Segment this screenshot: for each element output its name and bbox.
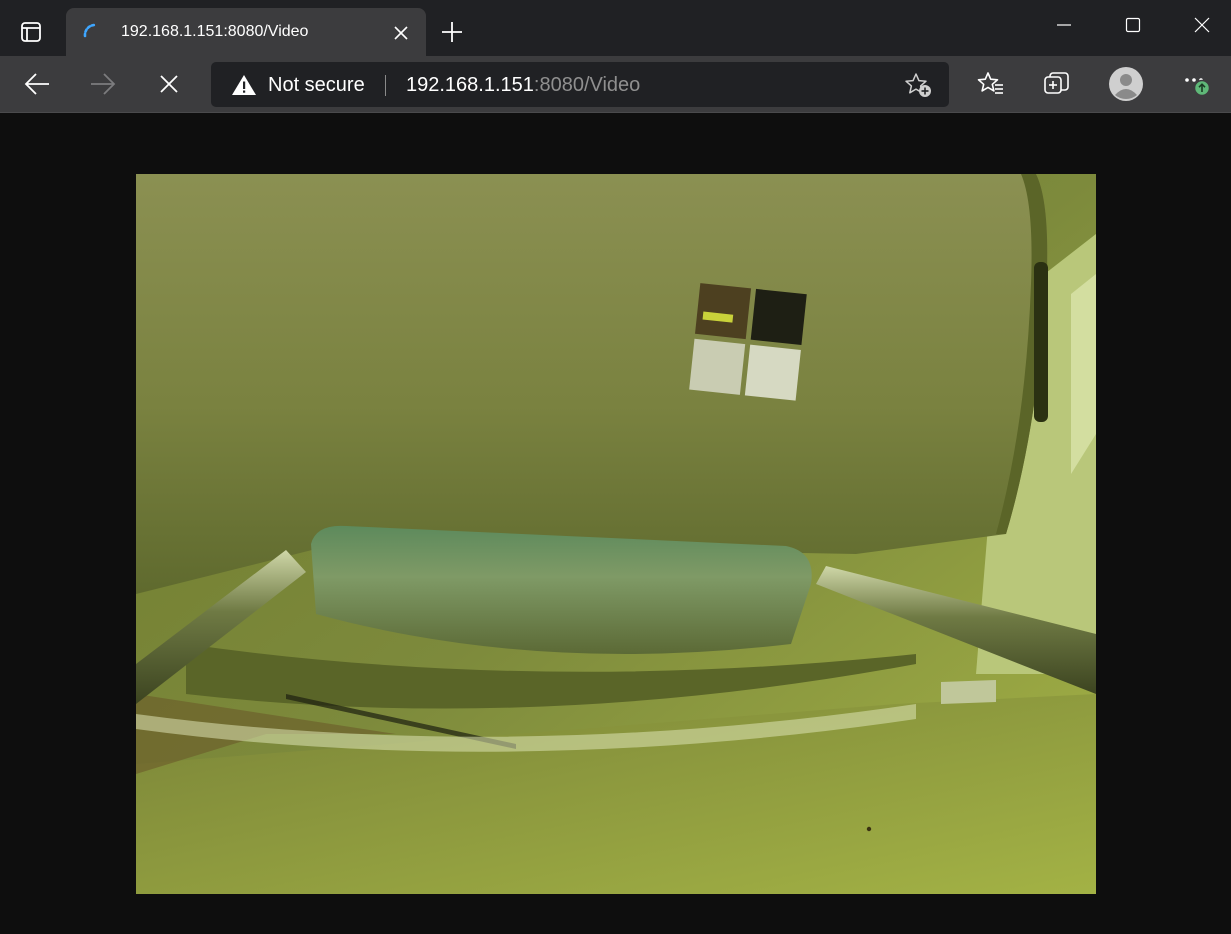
tab-title: 192.168.1.151:8080/Video xyxy=(121,23,309,40)
update-arrow-icon xyxy=(1193,79,1211,97)
close-icon xyxy=(394,26,408,40)
url-path: :8080/Video xyxy=(533,74,641,96)
collections-button[interactable] xyxy=(1038,66,1076,102)
avatar-icon xyxy=(1109,67,1143,101)
page-content xyxy=(0,113,1231,934)
url-text[interactable]: 192.168.1.151:8080/Video xyxy=(406,73,640,97)
settings-menu-button[interactable] xyxy=(1176,66,1220,102)
warning-icon xyxy=(232,75,256,95)
favorites-icon xyxy=(977,72,1003,94)
profile-button[interactable] xyxy=(1106,66,1146,102)
stop-loading-button[interactable] xyxy=(150,66,188,102)
plus-icon xyxy=(442,22,462,42)
close-window-button[interactable] xyxy=(1180,8,1224,42)
new-tab-button[interactable] xyxy=(436,17,468,47)
minimize-icon xyxy=(1057,24,1071,26)
close-icon xyxy=(1194,17,1210,33)
tab-actions-button[interactable] xyxy=(10,17,52,47)
address-separator xyxy=(385,75,386,96)
close-icon xyxy=(160,75,178,93)
video-stream-frame xyxy=(136,174,1096,894)
tab-close-button[interactable] xyxy=(388,20,414,46)
star-plus-icon xyxy=(905,73,931,97)
arrow-left-icon xyxy=(24,73,49,95)
back-button[interactable] xyxy=(18,66,56,102)
forward-button[interactable] xyxy=(84,66,122,102)
collections-icon xyxy=(1044,72,1069,94)
minimize-button[interactable] xyxy=(1042,8,1086,42)
tab-actions-icon xyxy=(21,22,41,42)
more-icon xyxy=(1185,78,1211,97)
title-bar: 192.168.1.151:8080/Video xyxy=(0,0,1231,56)
address-bar[interactable]: Not secure 192.168.1.151:8080/Video xyxy=(211,62,949,107)
loading-spinner-icon xyxy=(83,23,97,38)
url-host: 192.168.1.151 xyxy=(406,74,534,96)
security-status-label[interactable]: Not secure xyxy=(268,73,365,97)
maximize-button[interactable] xyxy=(1111,8,1155,42)
browser-toolbar: Not secure 192.168.1.151:8080/Video xyxy=(0,56,1231,113)
camera-image xyxy=(136,174,1096,894)
arrow-right-icon xyxy=(91,73,116,95)
maximize-icon xyxy=(1125,17,1141,33)
tab-active[interactable]: 192.168.1.151:8080/Video xyxy=(66,8,426,56)
add-favorite-button[interactable] xyxy=(904,72,932,98)
favorites-button[interactable] xyxy=(972,66,1010,102)
